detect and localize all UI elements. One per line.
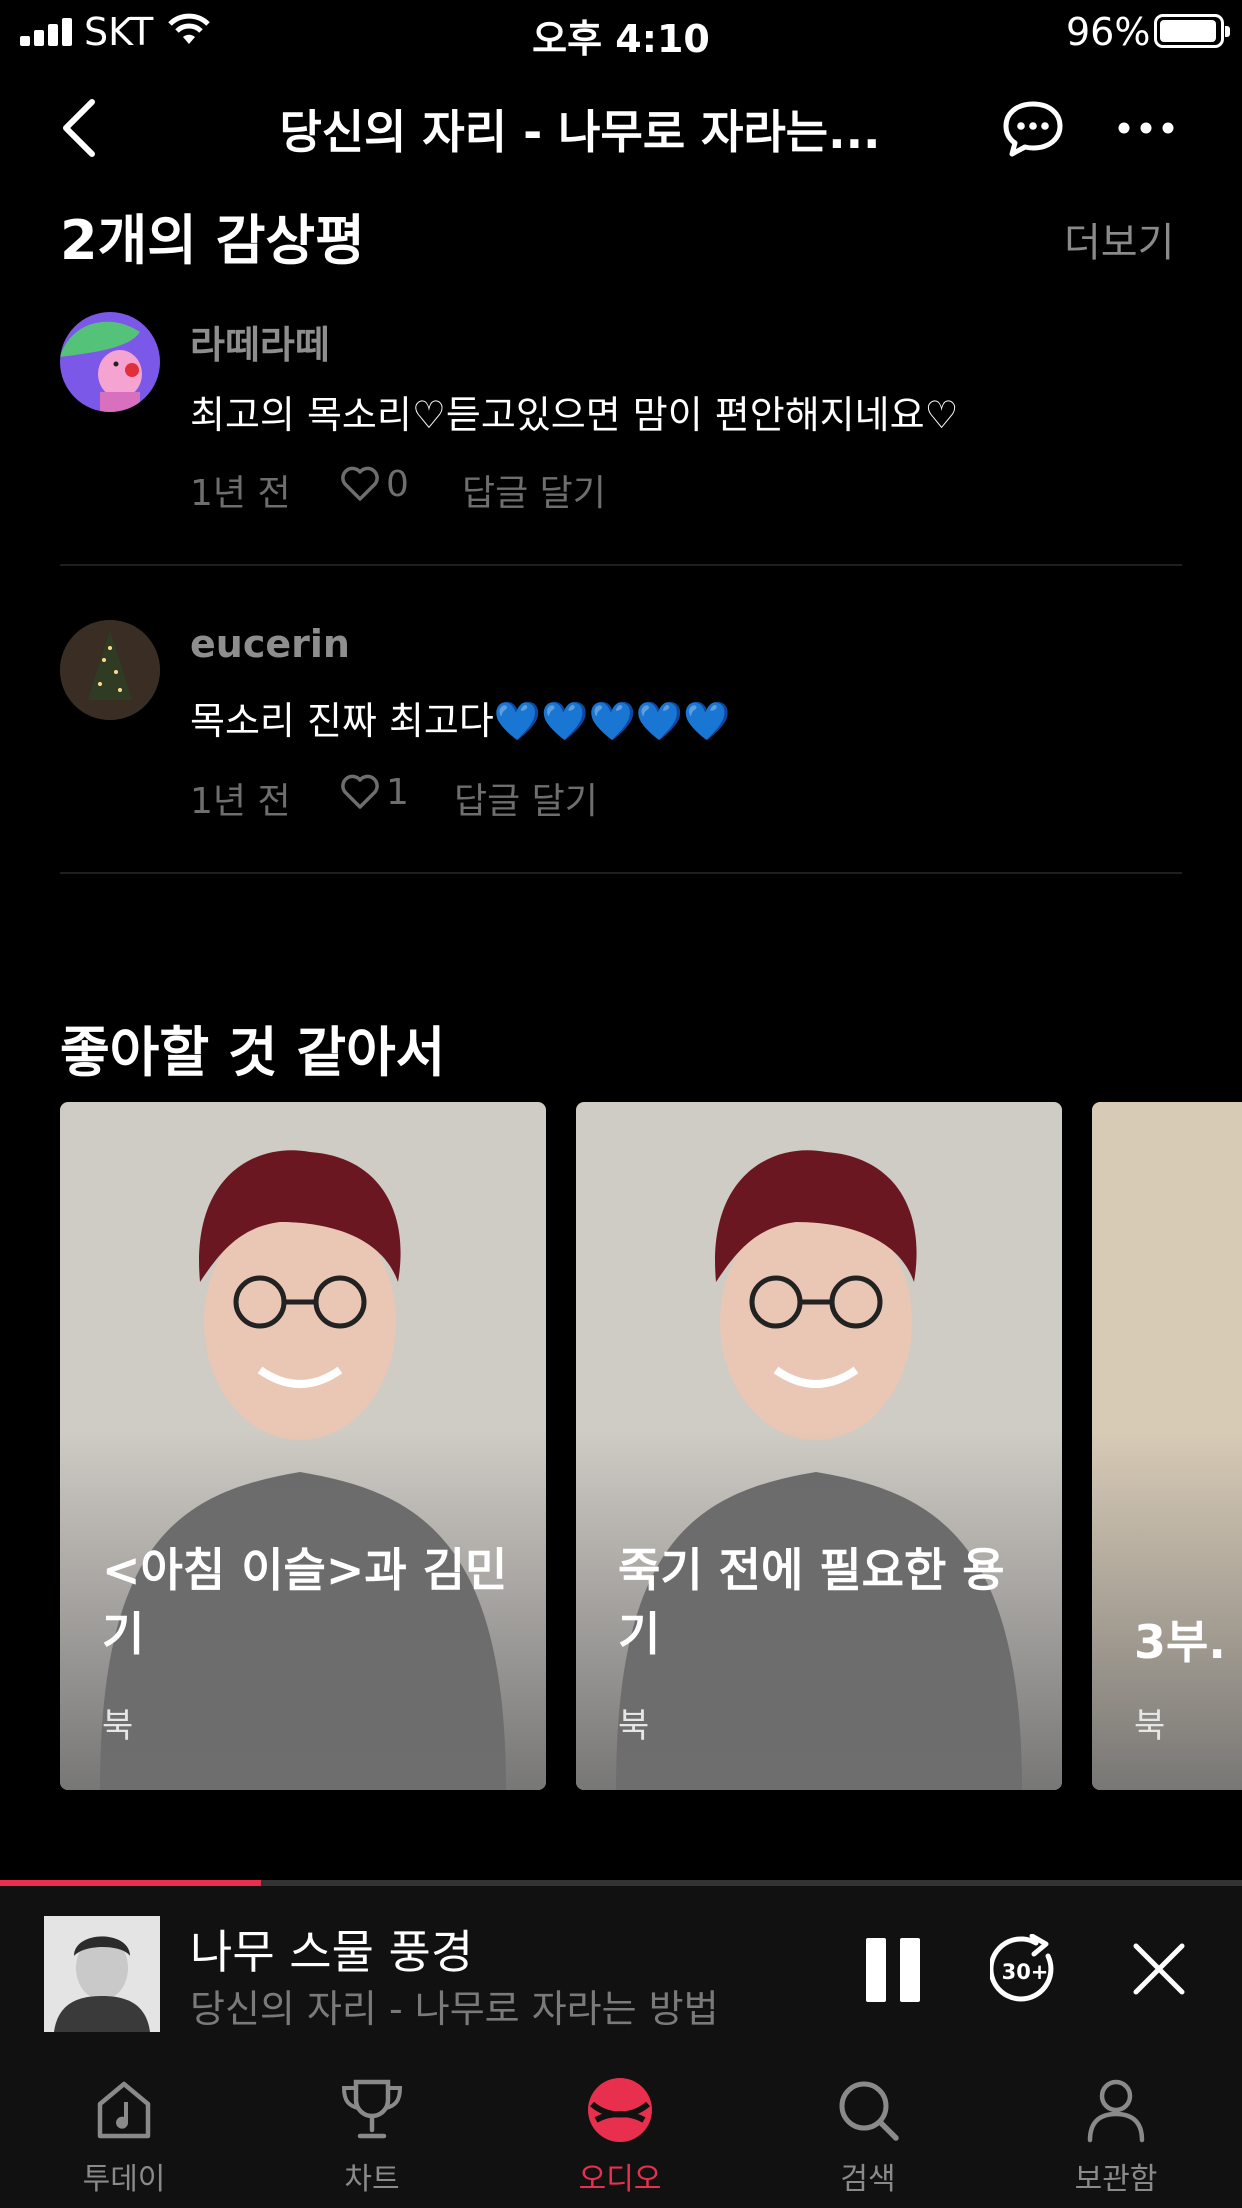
review-username[interactable]: eucerin (190, 622, 350, 666)
like-count: 1 (386, 772, 409, 813)
status-time: 오후 4:10 (532, 17, 710, 61)
pause-icon[interactable] (862, 1938, 922, 2002)
divider (60, 564, 1182, 566)
player-track-title: 나무 스물 풍경 (190, 1925, 474, 1979)
tab-label: 오디오 (578, 2162, 662, 2197)
person-icon (1087, 2079, 1145, 2143)
recommend-card[interactable]: <아침 이슬>과 김민기 북 (60, 1102, 546, 1790)
reply-button[interactable]: 답글 달기 (462, 464, 606, 516)
skip-label: 30+ (1002, 1960, 1049, 1984)
card-title: <아침 이슬>과 김민기 (102, 1543, 508, 1661)
skip-forward-30-icon[interactable]: 30+ (990, 1934, 1060, 2004)
reply-button[interactable]: 답글 달기 (454, 772, 598, 824)
recommend-heading: 좋아할 것 같아서 (60, 1021, 446, 1084)
tab-audio[interactable]: 오디오 (496, 2074, 744, 2198)
tab-today[interactable]: 투데이 (0, 2074, 248, 2198)
review-time: 1년 전 (190, 473, 291, 514)
avatar[interactable] (60, 312, 160, 412)
tab-library[interactable]: 보관함 (992, 2074, 1240, 2198)
tab-label: 투데이 (82, 2162, 166, 2197)
more-options-icon[interactable] (1118, 96, 1174, 160)
tab-label: 검색 (840, 2162, 896, 2197)
status-bar: SKT 오후 4:10 96% (0, 0, 1242, 62)
review-time: 1년 전 (190, 781, 291, 822)
recommend-card[interactable]: 죽기 전에 필요한 용기 북 (576, 1102, 1062, 1790)
card-title: 3부. (1134, 1615, 1226, 1669)
card-title: 죽기 전에 필요한 용기 (618, 1543, 1005, 1661)
trophy-icon (341, 2079, 403, 2139)
see-all-link[interactable]: 더보기 (1064, 210, 1174, 268)
music-note-house-icon (97, 2081, 151, 2139)
player-track-subtitle: 당신의 자리 - 나무로 자라는 방법 (190, 1987, 719, 2031)
card-type: 북 (618, 1706, 650, 1746)
album-thumbnail[interactable] (44, 1916, 160, 2032)
heart-icon[interactable] (340, 774, 380, 810)
tab-label: 보관함 (1074, 2162, 1158, 2197)
card-type: 북 (1134, 1706, 1166, 1746)
battery-icon (1154, 14, 1230, 48)
back-chevron-icon[interactable] (58, 96, 102, 160)
chat-bubble-icon[interactable] (1000, 96, 1066, 160)
battery-percent: 96% (1066, 10, 1151, 54)
search-icon (839, 2081, 899, 2141)
page-title: 당신의 자리 - 나무로 자라는... (279, 105, 881, 159)
review-text: 목소리 진짜 최고다💙💙💙💙💙 (190, 699, 731, 743)
heart-icon[interactable] (340, 466, 380, 502)
tab-label: 차트 (344, 2162, 400, 2197)
reviews-heading: 2개의 감상평 (60, 209, 365, 272)
tab-search[interactable]: 검색 (744, 2074, 992, 2198)
recommend-card[interactable]: 3부. 북 (1092, 1102, 1242, 1790)
tab-chart[interactable]: 차트 (248, 2074, 496, 2198)
like-count: 0 (386, 464, 409, 505)
review-text: 최고의 목소리♡듣고있으면 맘이 편안해지네요♡ (190, 393, 959, 437)
card-type: 북 (102, 1706, 134, 1746)
close-icon[interactable] (1130, 1940, 1188, 1998)
avatar[interactable] (60, 620, 160, 720)
divider (60, 872, 1182, 874)
audio-logo-icon (588, 2078, 652, 2142)
review-username[interactable]: 라떼라떼 (190, 314, 330, 369)
